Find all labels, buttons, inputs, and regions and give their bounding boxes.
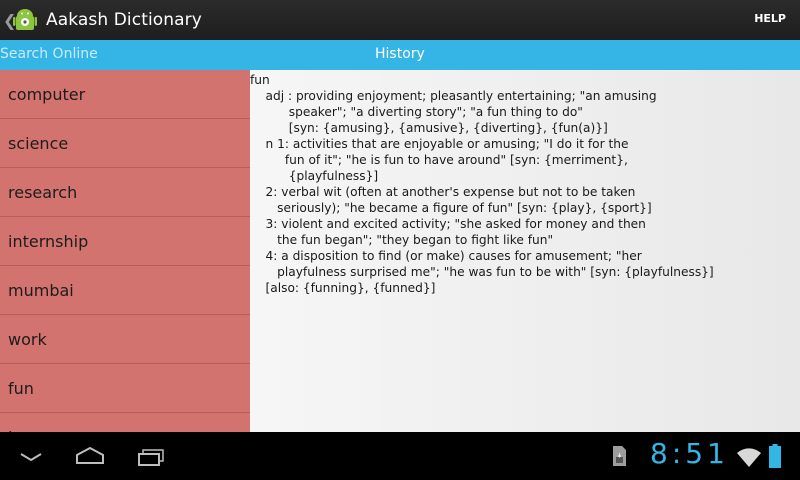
- history-list[interactable]: computer science research internship mum…: [0, 70, 250, 432]
- definition-text: fun adj : providing enjoyment; pleasantl…: [250, 73, 714, 295]
- list-item[interactable]: computer: [0, 70, 250, 119]
- help-button[interactable]: HELP: [754, 12, 786, 25]
- wifi-icon: [737, 448, 761, 467]
- hide-keyboard-icon[interactable]: [18, 450, 44, 464]
- sd-card-icon: [613, 446, 626, 466]
- android-robot-icon[interactable]: [12, 7, 38, 33]
- list-item[interactable]: science: [0, 119, 250, 168]
- status-clock: 8:51: [650, 437, 729, 470]
- action-bar: ❮ Aakash Dictionary HELP: [0, 0, 800, 40]
- list-item[interactable]: internship: [0, 217, 250, 266]
- list-item-label: computer: [8, 84, 86, 104]
- list-item-label: mumbai: [8, 280, 74, 300]
- list-item-label: work: [8, 329, 47, 349]
- list-item-label: research: [8, 182, 78, 202]
- list-item[interactable]: l: [0, 413, 250, 433]
- definition-panel[interactable]: fun adj : providing enjoyment; pleasantl…: [250, 70, 800, 432]
- list-item-label: science: [8, 133, 69, 153]
- list-item[interactable]: research: [0, 168, 250, 217]
- tab-history[interactable]: History: [375, 46, 425, 62]
- list-item[interactable]: fun: [0, 364, 250, 413]
- list-item[interactable]: work: [0, 315, 250, 364]
- app-title: Aakash Dictionary: [46, 10, 202, 30]
- tab-bar: Search Online History: [0, 40, 800, 70]
- home-icon[interactable]: [74, 446, 106, 466]
- list-item-label: internship: [8, 231, 89, 251]
- list-item-label: fun: [8, 378, 34, 398]
- list-item[interactable]: mumbai: [0, 266, 250, 315]
- recent-apps-icon[interactable]: [136, 446, 166, 468]
- tab-search-online[interactable]: Search Online: [0, 46, 98, 62]
- chevron-left-icon[interactable]: ❮: [3, 11, 16, 30]
- battery-icon: [769, 444, 781, 468]
